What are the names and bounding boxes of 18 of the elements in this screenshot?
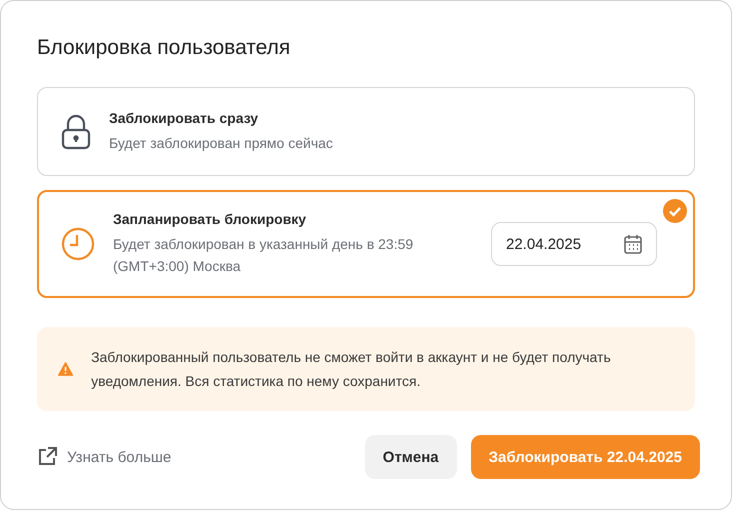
learn-more-link[interactable]: Узнать больше xyxy=(37,447,365,467)
check-icon xyxy=(663,199,687,223)
clock-icon xyxy=(61,227,95,261)
dialog-title: Блокировка пользователя xyxy=(37,35,292,61)
date-value: 22.04.2025 xyxy=(506,236,582,252)
option-card[interactable]: Заблокировать сразу Будет заблокирован прямо сейчас xyxy=(37,87,695,176)
option-description: Будет заблокирован прямо сейчас xyxy=(109,134,334,153)
calendar-icon xyxy=(624,234,642,254)
date-field[interactable]: 22.04.2025 xyxy=(491,222,657,266)
cancel-button[interactable]: Отмена xyxy=(364,435,457,479)
warning-text: Заблокированный пользователь не сможет войти в аккаунт и не будет получать уведомления. Вся статистика по нему сохранится. xyxy=(91,348,612,391)
option-title: Запланировать блокировку xyxy=(113,211,308,227)
external-link-icon xyxy=(37,447,57,467)
lock-icon xyxy=(61,114,91,150)
warning-icon xyxy=(58,359,74,379)
option-title: Заблокировать сразу xyxy=(109,110,260,126)
option-description: Будет заблокирован в указанный день в 23:59 (GMT+3:00) Москва xyxy=(113,235,414,276)
option-card[interactable]: Запланировать блокировку Будет заблокирован в указанный день в 23:59 (GMT+3:00) Москва 22.04.2025 xyxy=(37,190,695,298)
